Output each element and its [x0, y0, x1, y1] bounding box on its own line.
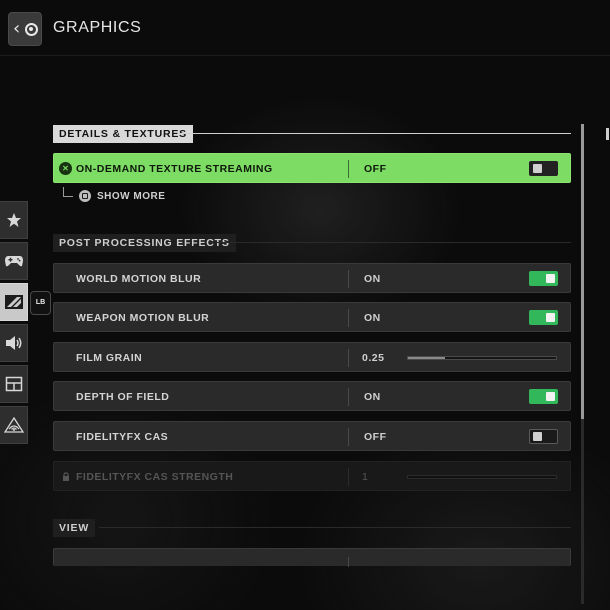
texture-streaming-toggle[interactable] [529, 161, 558, 176]
lock-icon [63, 472, 69, 481]
row-film-grain[interactable]: FILM GRAIN 0.25 [53, 342, 571, 372]
header: ‹ GRAPHICS [0, 0, 610, 56]
row-value: ON [364, 312, 381, 324]
depth-of-field-toggle[interactable] [529, 389, 558, 404]
row-world-motion-blur[interactable]: WORLD MOTION BLUR ON [53, 263, 571, 293]
section-view: VIEW [53, 519, 96, 537]
back-chevron-icon: ‹ [13, 18, 21, 39]
row-divider [348, 270, 349, 288]
row-divider [348, 388, 349, 406]
row-label: FILM GRAIN [76, 352, 143, 364]
scroll-thumb[interactable] [581, 124, 584, 419]
interface-icon [5, 376, 22, 392]
section-post-processing: POST PROCESSING EFFECTS [53, 234, 236, 252]
row-value: OFF [364, 431, 387, 443]
nav-audio[interactable] [0, 324, 28, 362]
row-value: ON [364, 273, 381, 285]
row-label: DEPTH OF FIELD [76, 391, 170, 403]
view-button-icon [79, 190, 91, 202]
row-divider [348, 557, 349, 567]
section-details-textures: DETAILS & TEXTURES [53, 125, 193, 143]
row-fidelityfx-cas[interactable]: FIDELITYFX CAS OFF [53, 421, 571, 451]
page-title: GRAPHICS [53, 19, 142, 36]
lb-shoulder-icon: LB [30, 291, 51, 315]
row-depth-of-field[interactable]: DEPTH OF FIELD ON [53, 381, 571, 411]
row-view-partial[interactable] [53, 548, 571, 567]
info-panel-marker [606, 128, 609, 140]
b-button-icon [25, 23, 38, 36]
fidelityfx-cas-toggle[interactable] [529, 429, 558, 444]
section-label: DETAILS & TEXTURES [53, 125, 193, 143]
row-texture-streaming[interactable]: ✕ ON-DEMAND TEXTURE STREAMING OFF [53, 153, 571, 183]
back-button[interactable]: ‹ [8, 12, 42, 46]
slider-fill [408, 357, 445, 359]
section-label: POST PROCESSING EFFECTS [53, 234, 236, 252]
nav-network[interactable] [0, 406, 28, 444]
row-value: 1 [362, 471, 369, 483]
row-label: WORLD MOTION BLUR [76, 273, 202, 285]
row-divider [348, 160, 349, 178]
row-divider [348, 428, 349, 446]
speaker-icon [5, 336, 21, 350]
row-fidelityfx-cas-strength: FIDELITYFX CAS STRENGTH 1 [53, 461, 571, 491]
row-label: FIDELITYFX CAS [76, 431, 169, 443]
row-label: ON-DEMAND TEXTURE STREAMING [76, 163, 273, 175]
film-grain-slider[interactable] [407, 356, 557, 360]
row-divider [348, 468, 349, 486]
section-divider [179, 133, 571, 134]
x-button-icon: ✕ [59, 162, 72, 175]
network-icon [3, 417, 24, 433]
row-value: 0.25 [362, 352, 385, 364]
row-value: ON [364, 391, 381, 403]
row-label: WEAPON MOTION BLUR [76, 312, 210, 324]
section-divider [99, 527, 571, 528]
section-divider [209, 242, 571, 243]
row-value: OFF [364, 163, 387, 175]
nav-favorites[interactable] [0, 201, 28, 239]
weapon-motion-blur-toggle[interactable] [529, 310, 558, 325]
row-divider [348, 309, 349, 327]
scrollbar[interactable] [581, 124, 584, 604]
graphics-icon [4, 295, 23, 309]
nav-graphics[interactable] [0, 283, 28, 321]
tree-connector [63, 187, 73, 197]
nav-controller[interactable] [0, 242, 28, 280]
fidelityfx-strength-slider [407, 475, 557, 479]
show-more-button[interactable]: SHOW MORE [63, 187, 166, 204]
row-label: FIDELITYFX CAS STRENGTH [76, 471, 234, 483]
section-label: VIEW [53, 519, 96, 537]
row-divider [348, 349, 349, 367]
show-more-label: SHOW MORE [97, 190, 166, 202]
star-icon [6, 213, 21, 227]
controller-icon [4, 256, 23, 267]
world-motion-blur-toggle[interactable] [529, 271, 558, 286]
row-weapon-motion-blur[interactable]: WEAPON MOTION BLUR ON [53, 302, 571, 332]
nav-interface[interactable] [0, 365, 28, 403]
